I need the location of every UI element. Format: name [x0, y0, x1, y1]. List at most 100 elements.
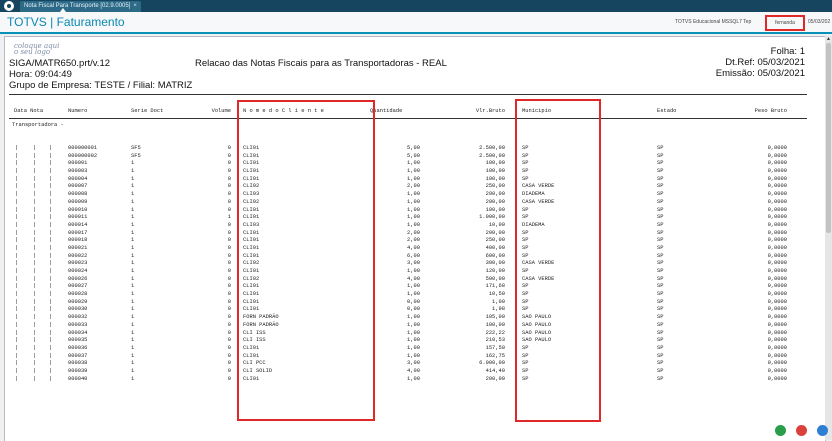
cell-num: 000037: [68, 352, 88, 359]
date-separator: |: [49, 306, 53, 313]
table-row: | | | 000010 1 0 CLI01 1,00 100,00 SP SP 0,0000: [5, 207, 825, 215]
cell-vol: 0: [227, 344, 231, 351]
cell-peso: 0,0000: [767, 268, 787, 274]
column-divider: [9, 118, 807, 119]
date-separator: |: [33, 168, 37, 175]
cell-val: 157,50: [485, 344, 505, 351]
date-separator: |: [15, 252, 19, 259]
cell-peso: 0,0000: [767, 375, 787, 382]
cell-uf: SP: [657, 344, 664, 351]
date-separator: |: [15, 237, 19, 244]
date-separator: |: [15, 152, 19, 159]
date-separator: |: [49, 268, 53, 274]
date-separator: |: [15, 360, 19, 367]
cell-vol: 0: [227, 298, 231, 305]
cell-vol: 0: [227, 221, 231, 228]
cell-val: 100,00: [485, 168, 505, 175]
date-separator: |: [33, 337, 37, 344]
col-value: Vlr.Bruto: [475, 108, 505, 114]
cell-serie: 1: [131, 352, 135, 359]
company-environment[interactable]: TOTVS Educacional MSSQL7 Tep: [675, 19, 751, 25]
cell-serie: 1: [131, 360, 135, 367]
cell-serie: 1: [131, 237, 135, 244]
date-separator: |: [49, 206, 53, 213]
cell-val: 500,00: [485, 275, 505, 282]
report-page: Folha: 1: [770, 46, 805, 57]
cell-num: 000033: [68, 321, 88, 328]
browser-icon[interactable]: [817, 425, 828, 436]
cell-uf: SP: [657, 175, 664, 182]
cell-vol: 0: [227, 268, 231, 274]
cell-vol: 0: [227, 160, 231, 167]
tab-nota-fiscal[interactable]: Nota Fiscal Para Transporte [02.9.0005] ×: [20, 1, 141, 12]
scrollbar-thumb[interactable]: [826, 43, 831, 233]
date-separator: |: [33, 283, 37, 290]
user-name[interactable]: fernanda: [765, 15, 805, 31]
date-separator: |: [33, 229, 37, 236]
date-separator: |: [49, 298, 53, 305]
cell-val: 222,22: [485, 329, 505, 336]
app-header: TOTVS | Faturamento TOTVS Educacional MS…: [0, 12, 832, 34]
table-row: | | | 000018 1 0 CLI01 2,00 250,00 SP SP 0,0000: [5, 237, 825, 245]
cell-serie: SF5: [131, 152, 141, 159]
cell-num: 000018: [68, 237, 88, 244]
date-separator: |: [49, 198, 53, 205]
cell-num: 000009: [68, 198, 88, 205]
date-separator: |: [49, 221, 53, 228]
date-separator: |: [49, 183, 53, 190]
cell-num: 000000002: [68, 152, 98, 159]
tab-close-icon[interactable]: ×: [133, 3, 137, 9]
cell-val: 10,50: [488, 291, 505, 298]
table-row: | | | 000009 1 0 CLI02 1,00 200,00 CASA VERDE SP 0,…: [5, 199, 825, 207]
cell-val: 100,00: [485, 175, 505, 182]
cell-uf: SP: [657, 152, 664, 159]
cell-vol: 0: [227, 237, 231, 244]
cell-vol: 0: [227, 306, 231, 313]
date-separator: |: [33, 321, 37, 328]
date-separator: |: [49, 229, 53, 236]
s-app-icon[interactable]: [796, 425, 807, 436]
scroll-up-icon[interactable]: ▲: [825, 36, 832, 42]
cell-uf: SP: [657, 375, 664, 382]
cell-vol: 0: [227, 152, 231, 159]
cell-vol: 0: [227, 175, 231, 182]
cell-val: 1.000,00: [479, 214, 505, 221]
cell-vol: 0: [227, 337, 231, 344]
date-separator: |: [15, 298, 19, 305]
cell-peso: 0,0000: [767, 360, 787, 367]
system-date: 05/03/202: [808, 19, 831, 25]
date-separator: |: [49, 375, 53, 382]
cell-serie: 1: [131, 191, 135, 198]
cell-peso: 0,0000: [767, 252, 787, 259]
date-separator: |: [15, 175, 19, 182]
cell-vol: 0: [227, 168, 231, 175]
date-separator: |: [33, 237, 37, 244]
date-separator: |: [49, 314, 53, 321]
date-separator: |: [15, 275, 19, 282]
date-separator: |: [15, 314, 19, 321]
cell-serie: 1: [131, 206, 135, 213]
highlight-client-column: [237, 100, 375, 421]
vertical-scrollbar[interactable]: ▲: [825, 36, 832, 440]
date-separator: |: [49, 344, 53, 351]
cell-peso: 0,0000: [767, 168, 787, 175]
cell-uf: SP: [657, 168, 664, 175]
table-row: | | | 000024 1 0 CLI01 1,00 120,00 SP SP 0,0000: [5, 268, 825, 276]
cell-uf: SP: [657, 244, 664, 251]
table-row: | | | 000038 1 0 CLI PCC 3,00 6.000,00 SP SP 0,0000: [5, 360, 825, 368]
cell-uf: SP: [657, 198, 664, 205]
date-separator: |: [33, 329, 37, 336]
table-row: | | | 000007 1 0 CLI02 2,00 250,00 CASA VERDE SP 0,…: [5, 183, 825, 191]
cell-vol: 0: [227, 183, 231, 190]
shield-icon[interactable]: [775, 425, 786, 436]
date-separator: |: [15, 375, 19, 382]
date-separator: |: [15, 352, 19, 359]
cell-vol: 0: [227, 352, 231, 359]
report-dt-ref: Dt.Ref: 05/03/2021: [725, 57, 805, 68]
cell-num: 000014: [68, 221, 88, 228]
date-separator: |: [15, 306, 19, 313]
cell-vol: 0: [227, 291, 231, 298]
cell-uf: SP: [657, 160, 664, 167]
date-separator: |: [33, 268, 37, 274]
cell-peso: 0,0000: [767, 352, 787, 359]
